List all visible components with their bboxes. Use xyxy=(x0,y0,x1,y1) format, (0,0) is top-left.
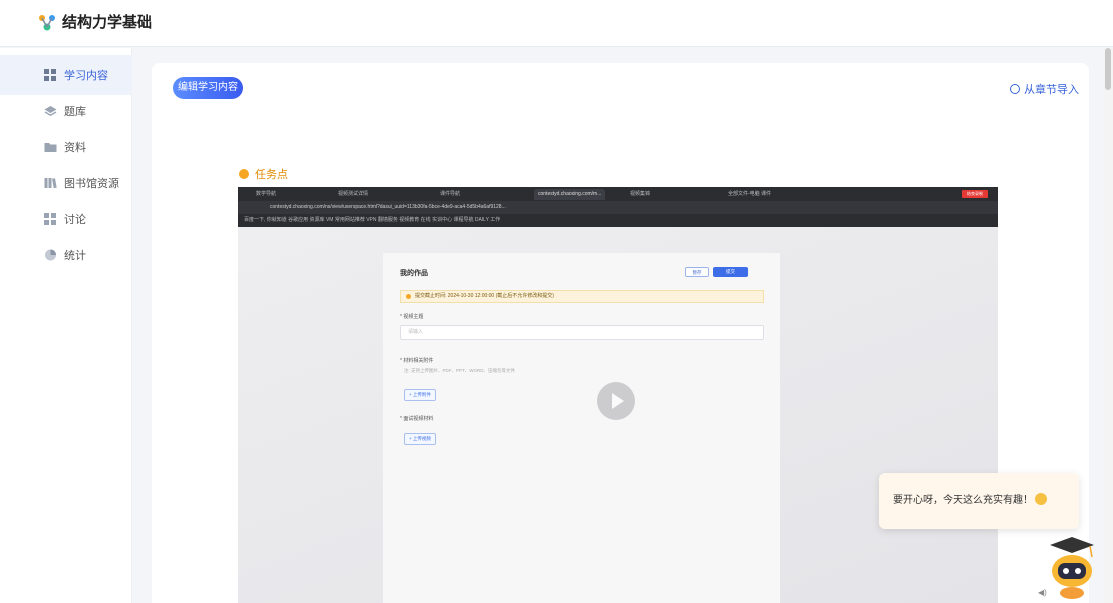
upload-video-button: + 上传视频 xyxy=(404,433,436,445)
video-material-label: * 面试视频材料 xyxy=(400,416,434,422)
sidebar-item-learning-content[interactable]: 学习内容 xyxy=(0,55,132,95)
books-icon xyxy=(44,178,57,189)
course-title: 结构力学基础 xyxy=(62,14,153,31)
sidebar-item-library[interactable]: 图书馆资源 xyxy=(0,163,132,203)
browser-tab: 视频集锦 xyxy=(630,191,651,197)
form-title: 我的作品 xyxy=(400,270,428,277)
task-dot-icon xyxy=(239,169,249,179)
scrollbar[interactable] xyxy=(1103,48,1113,603)
assistant-message: 要开心呀，今天这么充实有趣！ xyxy=(893,495,1033,506)
sidebar-item-discussion[interactable]: 讨论 xyxy=(0,199,132,239)
assistant-bubble[interactable]: 要开心呀，今天这么充实有趣！ xyxy=(879,473,1079,529)
browser-tab: 数学导航 xyxy=(256,191,277,197)
submit-button: 提交 xyxy=(713,267,748,277)
browser-tab: 课件导航 xyxy=(440,191,461,197)
submission-form: 我的作品 暂存 提交 提交截止时间: 2024-10-30 12:00:00 (… xyxy=(383,253,780,603)
sidebar-item-question-bank[interactable]: 题库 xyxy=(0,91,132,131)
sidebar-item-label: 资料 xyxy=(64,142,86,154)
attachment-hint: 注: 支持上传图片、PDF、PPT、WORD、压缩包等文件 xyxy=(404,368,515,373)
attachment-label: * 材料相关附件 xyxy=(400,358,434,364)
layers-icon xyxy=(44,106,57,117)
save-draft-button: 暂存 xyxy=(685,267,709,277)
browser-address-bar: contestyd.chaoxing.com/ns/view/userspace… xyxy=(238,201,998,214)
import-link-label: 从章节导入 xyxy=(1024,84,1079,96)
sidebar-item-materials[interactable]: 资料 xyxy=(0,127,132,167)
browser-tab-strip: 数学导航 视频测试详情 课件导航 contestyd.chaoxing.com/… xyxy=(238,187,998,201)
task-point-text: 任务点 xyxy=(255,169,288,181)
deadline-notice: 提交截止时间: 2024-10-30 12:00:00 (截止后不允许修改和提交… xyxy=(400,290,764,303)
sidebar-item-statistics[interactable]: 统计 xyxy=(0,235,132,275)
robot-assistant-icon[interactable] xyxy=(1046,535,1098,599)
molecule-icon xyxy=(39,15,55,31)
pie-icon xyxy=(45,249,56,261)
sidebar-item-label: 统计 xyxy=(64,250,86,262)
upload-attachment-button: + 上传附件 xyxy=(404,389,436,401)
edit-learning-content-button[interactable]: 编辑学习内容 xyxy=(173,77,243,99)
browser-url: contestyd.chaoxing.com/ns/view/userspace… xyxy=(270,204,506,210)
browser-bookmarks-bar: 百度一下, 你就知道 谷歌应用 资源库 VM 常用网站推荐 VPN 翻墙服务 视… xyxy=(238,214,998,227)
top-bar: 结构力学基础 xyxy=(0,0,1113,47)
sidebar-item-label: 讨论 xyxy=(64,214,86,226)
stop-recording-badge: 结束录制 xyxy=(962,190,988,198)
import-from-chapter-link[interactable]: 从章节导入 xyxy=(1010,81,1079,97)
scrollbar-thumb[interactable] xyxy=(1105,48,1111,90)
browser-tab: 视频测试详情 xyxy=(338,191,369,197)
sidebar: 学习内容 题库 资料 图书馆资源 讨论 统计 xyxy=(0,48,132,603)
topic-label: * 视频主题 xyxy=(400,314,424,320)
browser-tab: 全部文件-电脑 课件 xyxy=(728,191,772,197)
topic-input: 请输入 xyxy=(400,325,764,340)
play-icon[interactable] xyxy=(597,382,635,420)
content-header xyxy=(152,63,1089,113)
folder-icon xyxy=(44,143,57,152)
task-point-label: 任务点 xyxy=(239,166,288,182)
grid-icon xyxy=(44,213,57,225)
browser-tab-active: contestyd.chaoxing.com/m... xyxy=(534,189,606,200)
video-player[interactable]: 数学导航 视频测试详情 课件导航 contestyd.chaoxing.com/… xyxy=(238,187,998,603)
sidebar-item-label: 学习内容 xyxy=(64,70,108,82)
volume-icon[interactable]: ◀) xyxy=(1038,588,1047,597)
grid-icon xyxy=(44,69,57,81)
sidebar-item-label: 题库 xyxy=(64,106,86,118)
import-icon xyxy=(1010,84,1020,94)
sidebar-item-label: 图书馆资源 xyxy=(64,178,119,190)
smile-emoji-icon xyxy=(1035,493,1047,505)
